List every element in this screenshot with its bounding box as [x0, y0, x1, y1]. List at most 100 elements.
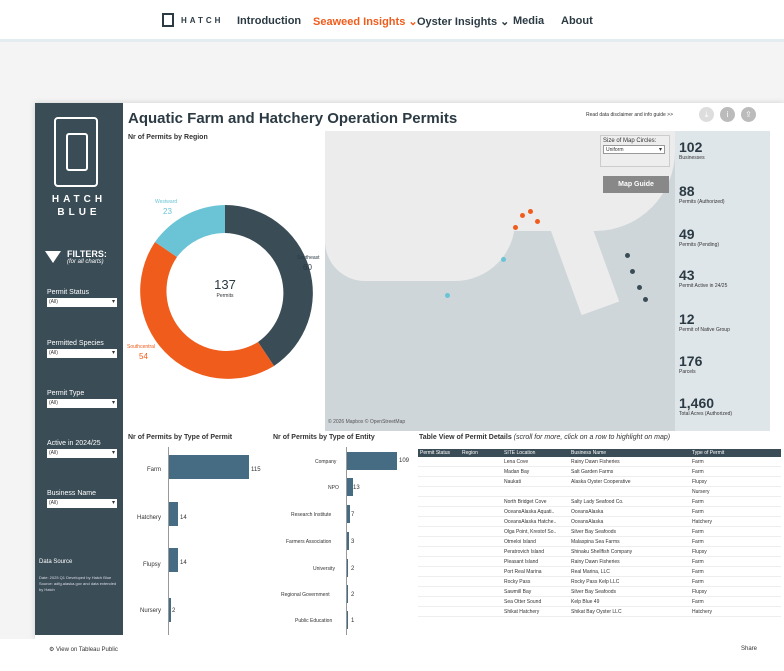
- table-row[interactable]: Sawmill Bay Silver Bay Seafoods Flupsy: [418, 587, 781, 597]
- download-icon[interactable]: ⤓: [699, 107, 714, 122]
- map-size-control: Size of Map Circles: Uniform: [600, 135, 670, 167]
- entity-bar-regional[interactable]: [347, 585, 348, 603]
- map-point[interactable]: [528, 209, 533, 214]
- nav-oyster[interactable]: Oyster Insights ⌄: [417, 15, 509, 28]
- stat-native: 12 Permit of Native Group: [679, 311, 730, 333]
- map-size-label: Size of Map Circles:: [603, 138, 657, 144]
- label-westward: Westward: [155, 199, 178, 205]
- entity-bar-company[interactable]: [347, 452, 397, 470]
- entity-label-farmers: Farmers Association: [286, 539, 332, 545]
- map-point[interactable]: [445, 293, 450, 298]
- filter-business-select[interactable]: (All): [47, 499, 117, 508]
- donut-slice-southcentral: [140, 242, 274, 379]
- land-mass: [550, 216, 620, 316]
- table-row[interactable]: Pleasant Island Rainy Dawn Fisheries Farm: [418, 557, 781, 567]
- stat-acres: 1,460 Total Acres (Authorized): [679, 395, 733, 417]
- map-copyright: © 2026 Mapbox © OpenStreetMap: [328, 419, 406, 425]
- map-point[interactable]: [520, 213, 525, 218]
- map-point[interactable]: [630, 269, 635, 274]
- label-southcentral: Southcentral: [127, 344, 156, 350]
- filter-label-species: Permitted Species: [47, 340, 104, 347]
- stat-authorized: 88 Permits (Authorized): [679, 183, 725, 205]
- nav-about[interactable]: About: [561, 15, 593, 27]
- export-icon[interactable]: ⇪: [741, 107, 756, 122]
- map-point[interactable]: [501, 257, 506, 262]
- entity-label-university: University: [313, 566, 335, 572]
- donut-total: 137: [214, 277, 236, 292]
- table-row[interactable]: Sea Otter Sound Kelp Blue 49 Farm: [418, 597, 781, 607]
- filter-label-type: Permit Type: [47, 390, 85, 397]
- map-size-select[interactable]: Uniform: [603, 145, 665, 155]
- table-row[interactable]: Nursery: [418, 487, 781, 497]
- nav-media[interactable]: Media: [513, 15, 544, 27]
- type-bar-flupsy[interactable]: [169, 548, 178, 572]
- type-value-farm: 115: [251, 467, 261, 473]
- share-button[interactable]: Share: [741, 646, 757, 652]
- entity-label-research: Research Institute: [291, 512, 332, 518]
- filter-type-select[interactable]: (All): [47, 399, 117, 408]
- top-nav: HATCH Introduction Seaweed Insights ⌄ Oy…: [0, 0, 784, 42]
- logo-mark-icon: [162, 13, 174, 27]
- disclaimer-link[interactable]: Read data disclaimer and info guide >>: [586, 112, 673, 118]
- type-bar-farm[interactable]: [169, 455, 249, 479]
- entity-bar-public-edu[interactable]: [347, 611, 348, 629]
- type-bar-hatchery[interactable]: [169, 502, 178, 526]
- map-point[interactable]: [513, 225, 518, 230]
- table-row[interactable]: North Bridget Cove Salty Lady Seafood Co.…: [418, 497, 781, 507]
- map-point[interactable]: [535, 219, 540, 224]
- map-point[interactable]: [643, 297, 648, 302]
- hatch-blue-logo-icon: [54, 117, 98, 187]
- entity-label-regional: Regional Government: [281, 592, 330, 598]
- table-row[interactable]: OceansAlaska Hatche.. OceansAlaska Hatcher…: [418, 517, 781, 527]
- donut-title: Nr of Permits by Region: [128, 134, 208, 141]
- value-westward: 23: [163, 207, 172, 216]
- entity-label-company: Company: [315, 459, 337, 465]
- filter-label-business: Business Name: [47, 490, 97, 497]
- type-bar-nursery[interactable]: [169, 598, 171, 622]
- filter-icon: [45, 251, 61, 263]
- table-row[interactable]: Naukati Alaska Oyster Cooperative Flupsy: [418, 477, 781, 487]
- map-guide-button[interactable]: Map Guide: [603, 176, 669, 193]
- map-point[interactable]: [625, 253, 630, 258]
- table-row[interactable]: Port Real Marina Real Marina, LLC Farm: [418, 567, 781, 577]
- info-icon[interactable]: i: [720, 107, 735, 122]
- table-row[interactable]: Rocky Pass Rocky Pass Kelp LLC Farm: [418, 577, 781, 587]
- page-title: Aquatic Farm and Hatchery Operation Perm…: [128, 110, 458, 127]
- table-row[interactable]: Peratrovich Island Shinaku Shellfish Comp…: [418, 547, 781, 557]
- hatch-logo[interactable]: HATCH: [162, 13, 223, 27]
- nav-introduction[interactable]: Introduction: [237, 15, 301, 27]
- map-point[interactable]: [637, 285, 642, 290]
- filter-status-select[interactable]: (All): [47, 298, 117, 307]
- sidebar: HATCH BLUE FILTERS: (for all charts) Perm…: [35, 103, 123, 635]
- view-on-tableau[interactable]: ⚙ View on Tableau Public: [49, 646, 118, 653]
- entity-value-farmers: 3: [351, 539, 355, 545]
- filter-active-select[interactable]: (All): [47, 449, 117, 458]
- data-source-text: Date: 2025 Q1 Developed by Hatch Blue So…: [39, 575, 117, 592]
- table-row[interactable]: OceansAlaska Aquati.. OceansAlaska Farm: [418, 507, 781, 517]
- label-southeast: Southeast: [297, 255, 320, 261]
- stat-pending: 49 Permits (Pending): [679, 226, 720, 248]
- entity-value-regional: 2: [351, 592, 355, 598]
- value-southeast: 60: [303, 263, 312, 272]
- entity-bar-university[interactable]: [347, 559, 348, 577]
- stat-active: 43 Permit Active in 24/25: [679, 267, 728, 289]
- entity-value-research: 7: [351, 512, 355, 518]
- donut-total-label: Permits: [216, 293, 234, 299]
- table-row[interactable]: Madan Bay Salt Garden Farms Farm: [418, 467, 781, 477]
- nav-seaweed[interactable]: Seaweed Insights ⌄: [313, 15, 418, 28]
- type-value-flupsy: 14: [180, 560, 187, 566]
- brand-line1: HATCH: [51, 194, 107, 205]
- entity-bar-research[interactable]: [347, 505, 350, 523]
- table-row[interactable]: Olga Point, Krestof So.. Silver Bay Seafo…: [418, 527, 781, 537]
- filter-species-select[interactable]: (All): [47, 349, 117, 358]
- table-row[interactable]: Shikat Hatchery Shikat Bay Oyster LLC Hatc…: [418, 607, 781, 617]
- entity-chart-title: Nr of Permits by Type of Entity: [273, 434, 375, 441]
- dashboard: HATCH BLUE FILTERS: (for all charts) Perm…: [35, 103, 784, 639]
- permit-table[interactable]: Permit Status Region SITE Location Busin…: [418, 449, 781, 617]
- entity-label-npo: NPO: [328, 485, 339, 491]
- type-label-farm: Farm: [147, 467, 161, 473]
- table-row[interactable]: Lena Cove Rainy Dawn Fisheries Farm: [418, 457, 781, 467]
- table-header: Permit Status Region SITE Location Busin…: [418, 449, 781, 457]
- table-row[interactable]: Otmeloi Island Malaspina Sea Farms Farm: [418, 537, 781, 547]
- entity-bar-farmers[interactable]: [347, 532, 349, 550]
